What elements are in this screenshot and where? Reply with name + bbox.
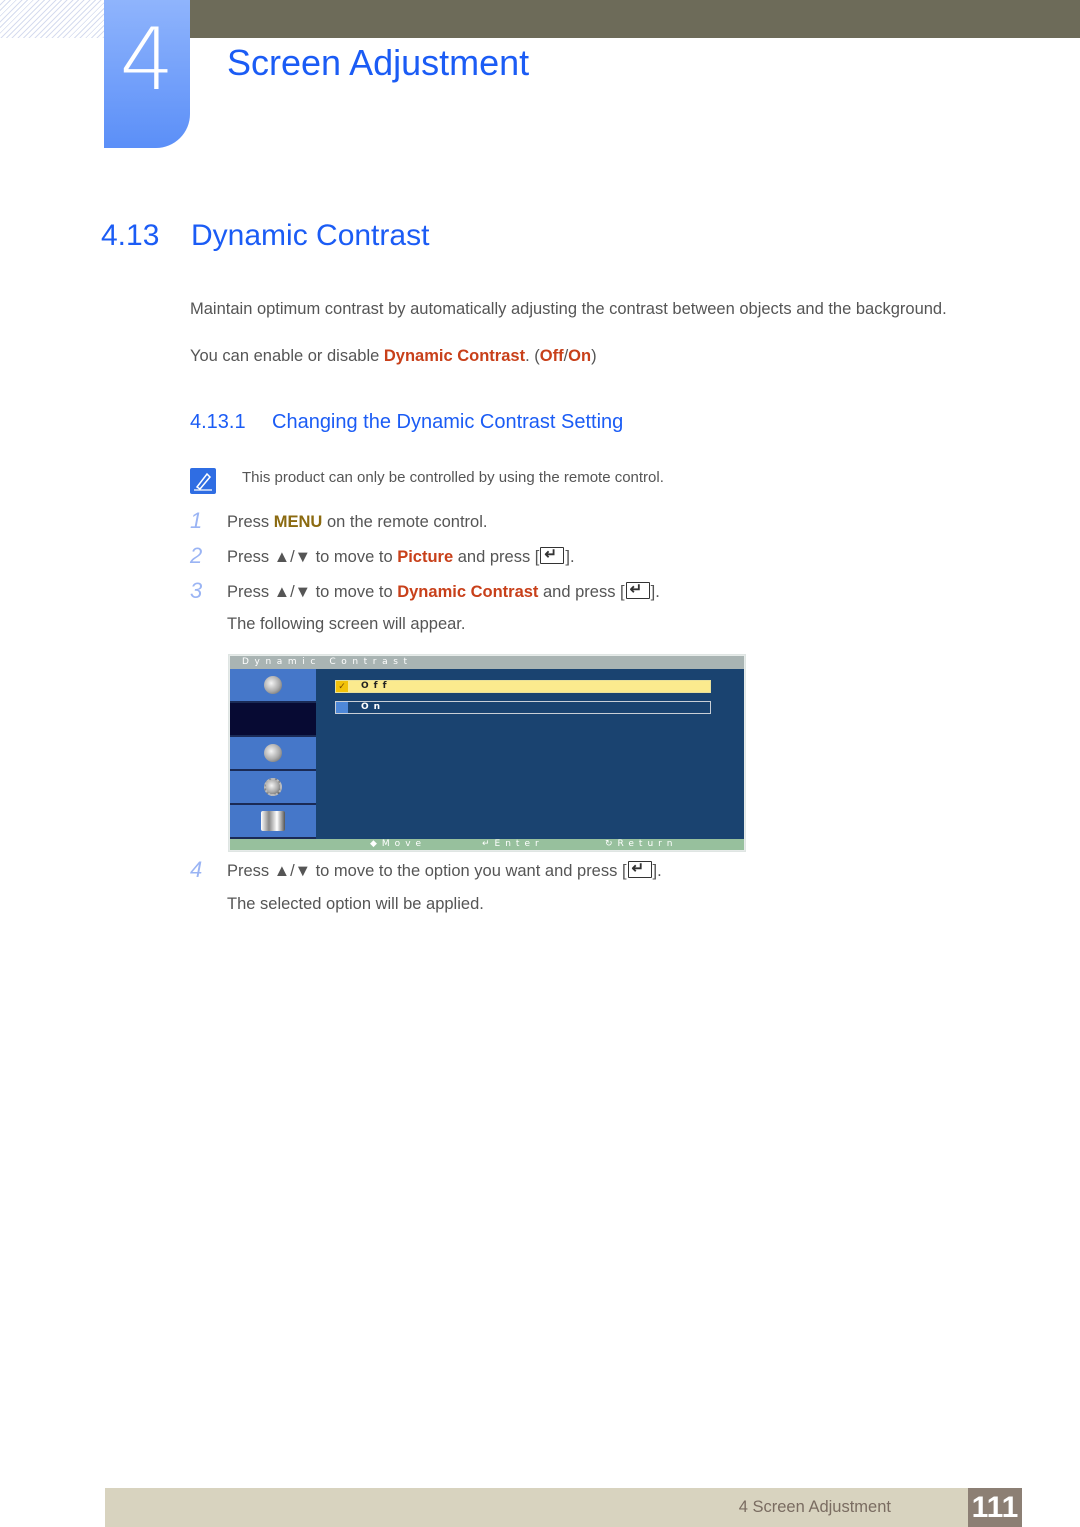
enter-key-icon	[627, 858, 652, 880]
step-3: 3 Press ▲/▼ to move to Dynamic Contrast …	[190, 578, 990, 605]
step-text: Press MENU on the remote control.	[227, 511, 487, 533]
option-label: On	[361, 702, 386, 712]
osd-menu-picture[interactable]	[230, 669, 316, 701]
term-off: Off	[539, 347, 564, 365]
osd-option-on[interactable]: On	[335, 701, 711, 714]
step-number: 2	[190, 543, 203, 568]
step-4-result: The selected option will be applied.	[227, 895, 484, 913]
text: and press [	[453, 548, 540, 566]
chapter-tab: 4	[104, 0, 190, 148]
osd-title-bar: Dynamic Contrast	[230, 656, 744, 669]
text: Press ▲/▼ to move to	[227, 583, 398, 601]
section-number: 4.13	[101, 219, 160, 252]
text: ].	[650, 583, 660, 601]
section-title: 4.13 Dynamic Contrast	[101, 216, 429, 256]
text: ].	[565, 548, 575, 566]
term-dynamic-contrast: Dynamic Contrast	[383, 347, 526, 365]
text: )	[591, 347, 597, 365]
step-text: Press ▲/▼ to move to the option you want…	[227, 858, 662, 882]
term-on: On	[568, 347, 592, 365]
chapter-number: 4	[119, 10, 175, 110]
osd-menu-setup[interactable]	[230, 771, 316, 803]
osd-return-hint: ↻Return	[605, 839, 678, 849]
screens-icon	[261, 811, 285, 831]
subsection-number: 4.13.1	[190, 411, 246, 433]
osd-move-hint: ◆Move	[370, 839, 427, 849]
option-marker	[336, 702, 348, 713]
footer-chapter-label: 4 Screen Adjustment	[738, 1498, 891, 1516]
step-number: 3	[190, 578, 203, 603]
osd-sidebar	[230, 669, 316, 839]
text: . (	[525, 347, 540, 365]
chapter-title: Screen Adjustment	[227, 42, 530, 83]
subsection-title: 4.13.1 Changing the Dynamic Contrast Sett…	[190, 409, 623, 435]
check-icon: ✓	[336, 681, 348, 692]
speaker-icon	[264, 744, 282, 762]
osd-screen: Dynamic Contrast ✓ Off On ◆Move ↵Enter ↻…	[229, 655, 745, 851]
text: and press [	[538, 583, 625, 601]
osd-menu-active[interactable]	[230, 703, 316, 735]
header-bar	[190, 0, 1080, 38]
note-text: This product can only be controlled by u…	[242, 469, 664, 486]
option-label: Off	[361, 681, 392, 691]
picture-icon	[264, 676, 282, 694]
subsection-heading: Changing the Dynamic Contrast Setting	[272, 411, 624, 433]
step-1: 1 Press MENU on the remote control.	[190, 508, 990, 535]
text: Press ▲/▼ to move to	[227, 548, 398, 566]
text: Press	[227, 513, 274, 531]
osd-menu-multi[interactable]	[230, 805, 316, 837]
gear-icon	[264, 778, 282, 796]
decorative-hatch	[0, 0, 104, 38]
text: You can enable or disable	[190, 347, 384, 365]
text: ].	[652, 862, 662, 880]
osd-enter-hint: ↵Enter	[482, 839, 544, 849]
enter-key-icon	[625, 579, 650, 601]
note-pencil-icon	[190, 468, 216, 494]
enable-paragraph: You can enable or disable Dynamic Contra…	[190, 345, 597, 367]
term-picture: Picture	[397, 548, 454, 566]
osd-option-off[interactable]: ✓ Off	[335, 680, 711, 693]
text: on the remote control.	[322, 513, 488, 531]
step-2: 2 Press ▲/▼ to move to Picture and press…	[190, 543, 990, 570]
osd-main-panel: ✓ Off On	[316, 669, 744, 839]
step-4: 4 Press ▲/▼ to move to the option you wa…	[190, 857, 990, 884]
text: Press ▲/▼ to move to the option you want…	[227, 862, 627, 880]
page-footer: 4 Screen Adjustment 111	[105, 1488, 1022, 1527]
page-number: 111	[968, 1488, 1022, 1527]
osd-footer: ◆Move ↵Enter ↻Return	[230, 839, 744, 850]
step-3-result: The following screen will appear.	[227, 615, 466, 633]
enter-key-icon	[540, 544, 565, 566]
intro-paragraph: Maintain optimum contrast by automatical…	[190, 300, 947, 318]
osd-title: Dynamic Contrast	[242, 657, 413, 667]
osd-menu-sound[interactable]	[230, 737, 316, 769]
section-heading: Dynamic Contrast	[191, 219, 430, 252]
step-text: Press ▲/▼ to move to Dynamic Contrast an…	[227, 579, 660, 603]
step-text: Press ▲/▼ to move to Picture and press […	[227, 544, 575, 568]
step-number: 1	[190, 508, 203, 533]
term-dynamic-contrast: Dynamic Contrast	[397, 583, 539, 601]
step-number: 4	[190, 857, 203, 882]
key-menu: MENU	[273, 513, 323, 531]
